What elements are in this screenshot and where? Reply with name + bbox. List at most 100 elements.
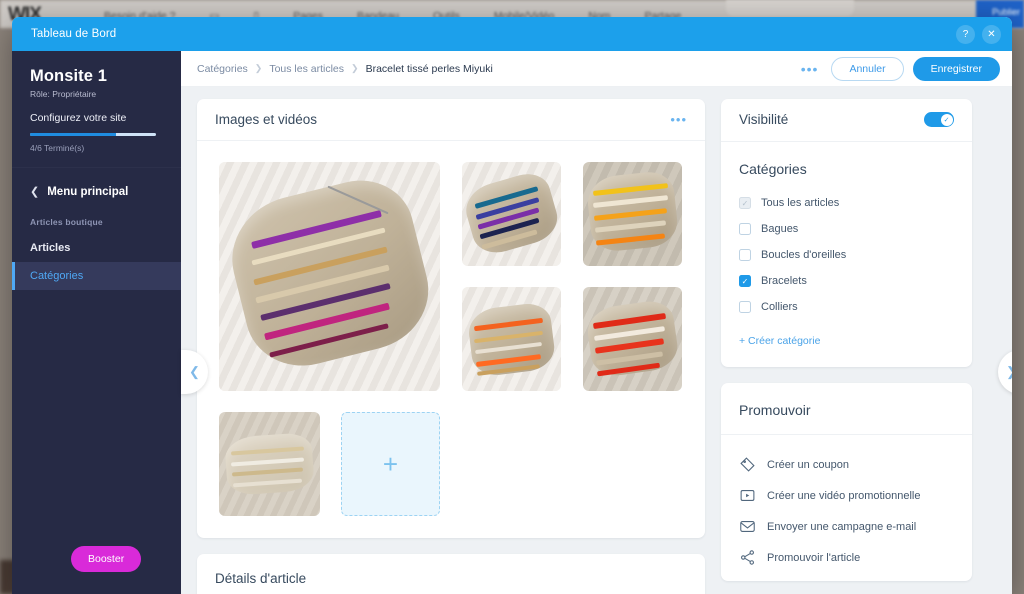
categories-title: Catégories — [739, 161, 807, 177]
gallery-row-bottom: + — [219, 412, 683, 516]
media-card-header: Images et vidéos ••• — [197, 99, 705, 141]
promote-item-create-coupon[interactable]: Créer un coupon — [721, 449, 972, 480]
create-category-link[interactable]: + Créer catégorie — [721, 320, 972, 367]
visibility-title: Visibilité — [739, 112, 789, 127]
promote-list: Créer un coupon Créer une vidéo promotio… — [721, 434, 972, 581]
category-row-bagues[interactable]: Bagues — [721, 216, 972, 242]
checkbox-icon: ✓ — [739, 275, 751, 287]
video-icon — [739, 487, 756, 504]
site-info-block: Monsite 1 Rôle: Propriétaire Configurez … — [12, 51, 181, 168]
close-icon[interactable]: ✕ — [982, 24, 1001, 44]
main-menu-label: Menu principal — [47, 185, 129, 198]
setup-progress-fill — [30, 133, 116, 136]
checkbox-icon — [739, 223, 751, 235]
photo-render — [583, 162, 682, 266]
breadcrumb: Catégories ❯ Tous les articles ❯ Bracele… — [197, 63, 797, 75]
category-label: Tous les articles — [761, 197, 840, 209]
promote-item-label: Créer un coupon — [767, 458, 849, 471]
photo-render — [462, 162, 561, 266]
topbar-actions: ••• Annuler Enregistrer — [797, 56, 1000, 81]
right-pane: Visibilité ✓ Catégories ✓ Tous les artic… — [721, 99, 972, 594]
checkbox-icon — [739, 249, 751, 261]
help-icon[interactable]: ? — [956, 24, 975, 44]
visibility-toggle[interactable]: ✓ — [924, 112, 954, 127]
promote-item-label: Créer une vidéo promotionnelle — [767, 489, 921, 502]
editor-publish-label: Publier — [991, 7, 1020, 17]
promote-item-label: Envoyer une campagne e-mail — [767, 520, 917, 533]
bracelet-photo-hero[interactable] — [219, 162, 440, 391]
site-role: Rôle: Propriétaire — [30, 89, 97, 99]
category-row-colliers[interactable]: Colliers — [721, 294, 972, 320]
check-icon: ✓ — [940, 113, 953, 126]
gallery-col-right — [583, 162, 682, 391]
panes: Images et vidéos ••• + Détails d'article… — [181, 87, 1012, 594]
category-row-bracelets[interactable]: ✓ Bracelets — [721, 268, 972, 294]
details-card-title: Détails d'article — [215, 571, 307, 586]
bracelet-photo-3[interactable] — [583, 162, 682, 266]
promote-item-create-video[interactable]: Créer une vidéo promotionnelle — [721, 480, 972, 511]
photo-render — [462, 287, 561, 391]
categories-section: Catégories ✓ Tous les articles Bagues Bo… — [721, 141, 972, 367]
promote-card: Promouvoir Créer un coupon Créer une vid… — [721, 383, 972, 581]
setup-progress-text: 4/6 Terminé(s) — [30, 143, 85, 153]
sidebar: Monsite 1 Rôle: Propriétaire Configurez … — [12, 51, 181, 594]
setup-progress-bar — [30, 133, 156, 136]
booster-button[interactable]: Booster — [71, 546, 142, 572]
nav-section-title: Articles boutique — [30, 217, 103, 227]
cancel-button[interactable]: Annuler — [831, 56, 904, 81]
breadcrumb-item-categories[interactable]: Catégories — [197, 63, 248, 75]
checkbox-icon: ✓ — [739, 197, 751, 209]
bracelet-photo-4[interactable] — [462, 287, 561, 391]
chevron-left-icon: ❮ — [30, 186, 40, 198]
category-label: Colliers — [761, 301, 798, 313]
details-card: Détails d'article — [197, 554, 705, 594]
category-row-all-articles[interactable]: ✓ Tous les articles — [721, 190, 972, 216]
modal-header: Tableau de Bord ? ✕ — [12, 17, 1012, 51]
modal-header-actions: ? ✕ — [956, 17, 1001, 51]
visibility-row: Visibilité ✓ — [721, 99, 972, 141]
coupon-icon — [739, 456, 756, 473]
bracelet-photo-5[interactable] — [583, 287, 682, 391]
checkbox-icon — [739, 301, 751, 313]
site-name: Monsite 1 — [30, 67, 107, 85]
more-horizontal-icon[interactable]: ••• — [797, 61, 823, 77]
bracelet-photo-6[interactable] — [219, 412, 320, 516]
share-icon — [739, 549, 756, 566]
photo-render — [219, 412, 320, 516]
modal-title: Tableau de Bord — [31, 28, 117, 40]
promote-item-share-article[interactable]: Promouvoir l'article — [721, 542, 972, 573]
more-horizontal-icon[interactable]: ••• — [670, 112, 687, 127]
media-card: Images et vidéos ••• + — [197, 99, 705, 538]
modal-body: Monsite 1 Rôle: Propriétaire Configurez … — [12, 51, 1012, 594]
gallery-row-top — [219, 162, 683, 391]
chevron-right-icon: ❯ — [351, 63, 359, 73]
dashboard-modal: Tableau de Bord ? ✕ Monsite 1 Rôle: Prop… — [12, 17, 1012, 594]
breadcrumb-item-current: Bracelet tissé perles Miyuki — [365, 62, 493, 75]
promote-item-email-campaign[interactable]: Envoyer une campagne e-mail — [721, 511, 972, 542]
category-label: Bagues — [761, 223, 799, 235]
content-topbar: Catégories ❯ Tous les articles ❯ Bracele… — [181, 51, 1012, 87]
plus-icon: + — [382, 449, 399, 479]
chevron-right-icon: ❯ — [254, 63, 263, 73]
breadcrumb-item-all-articles[interactable]: Tous les articles — [269, 63, 344, 75]
content-area: Catégories ❯ Tous les articles ❯ Bracele… — [181, 51, 1012, 594]
left-pane: Images et vidéos ••• + Détails d'article — [197, 99, 705, 594]
promote-item-label: Promouvoir l'article — [767, 551, 861, 564]
category-label: Boucles d'oreilles — [761, 249, 847, 261]
save-button[interactable]: Enregistrer — [912, 56, 1000, 81]
main-menu-back[interactable]: ❮ Menu principal — [12, 168, 181, 212]
sidebar-item-categories[interactable]: Catégories — [12, 262, 181, 290]
bracelet-photo-2[interactable] — [462, 162, 561, 266]
envelope-icon — [739, 518, 756, 535]
media-gallery: + — [197, 141, 705, 538]
photo-render — [583, 287, 682, 391]
visibility-categories-card: Visibilité ✓ Catégories ✓ Tous les artic… — [721, 99, 972, 367]
category-row-boucles-doreilles[interactable]: Boucles d'oreilles — [721, 242, 972, 268]
category-label: Bracelets — [761, 275, 807, 287]
gallery-col-mid — [462, 162, 561, 391]
add-media-button[interactable]: + — [341, 412, 440, 516]
setup-site-link[interactable]: Configurez votre site — [30, 112, 163, 124]
media-card-title: Images et vidéos — [215, 112, 318, 127]
photo-render — [219, 162, 440, 391]
sidebar-item-articles[interactable]: Articles — [12, 234, 181, 262]
